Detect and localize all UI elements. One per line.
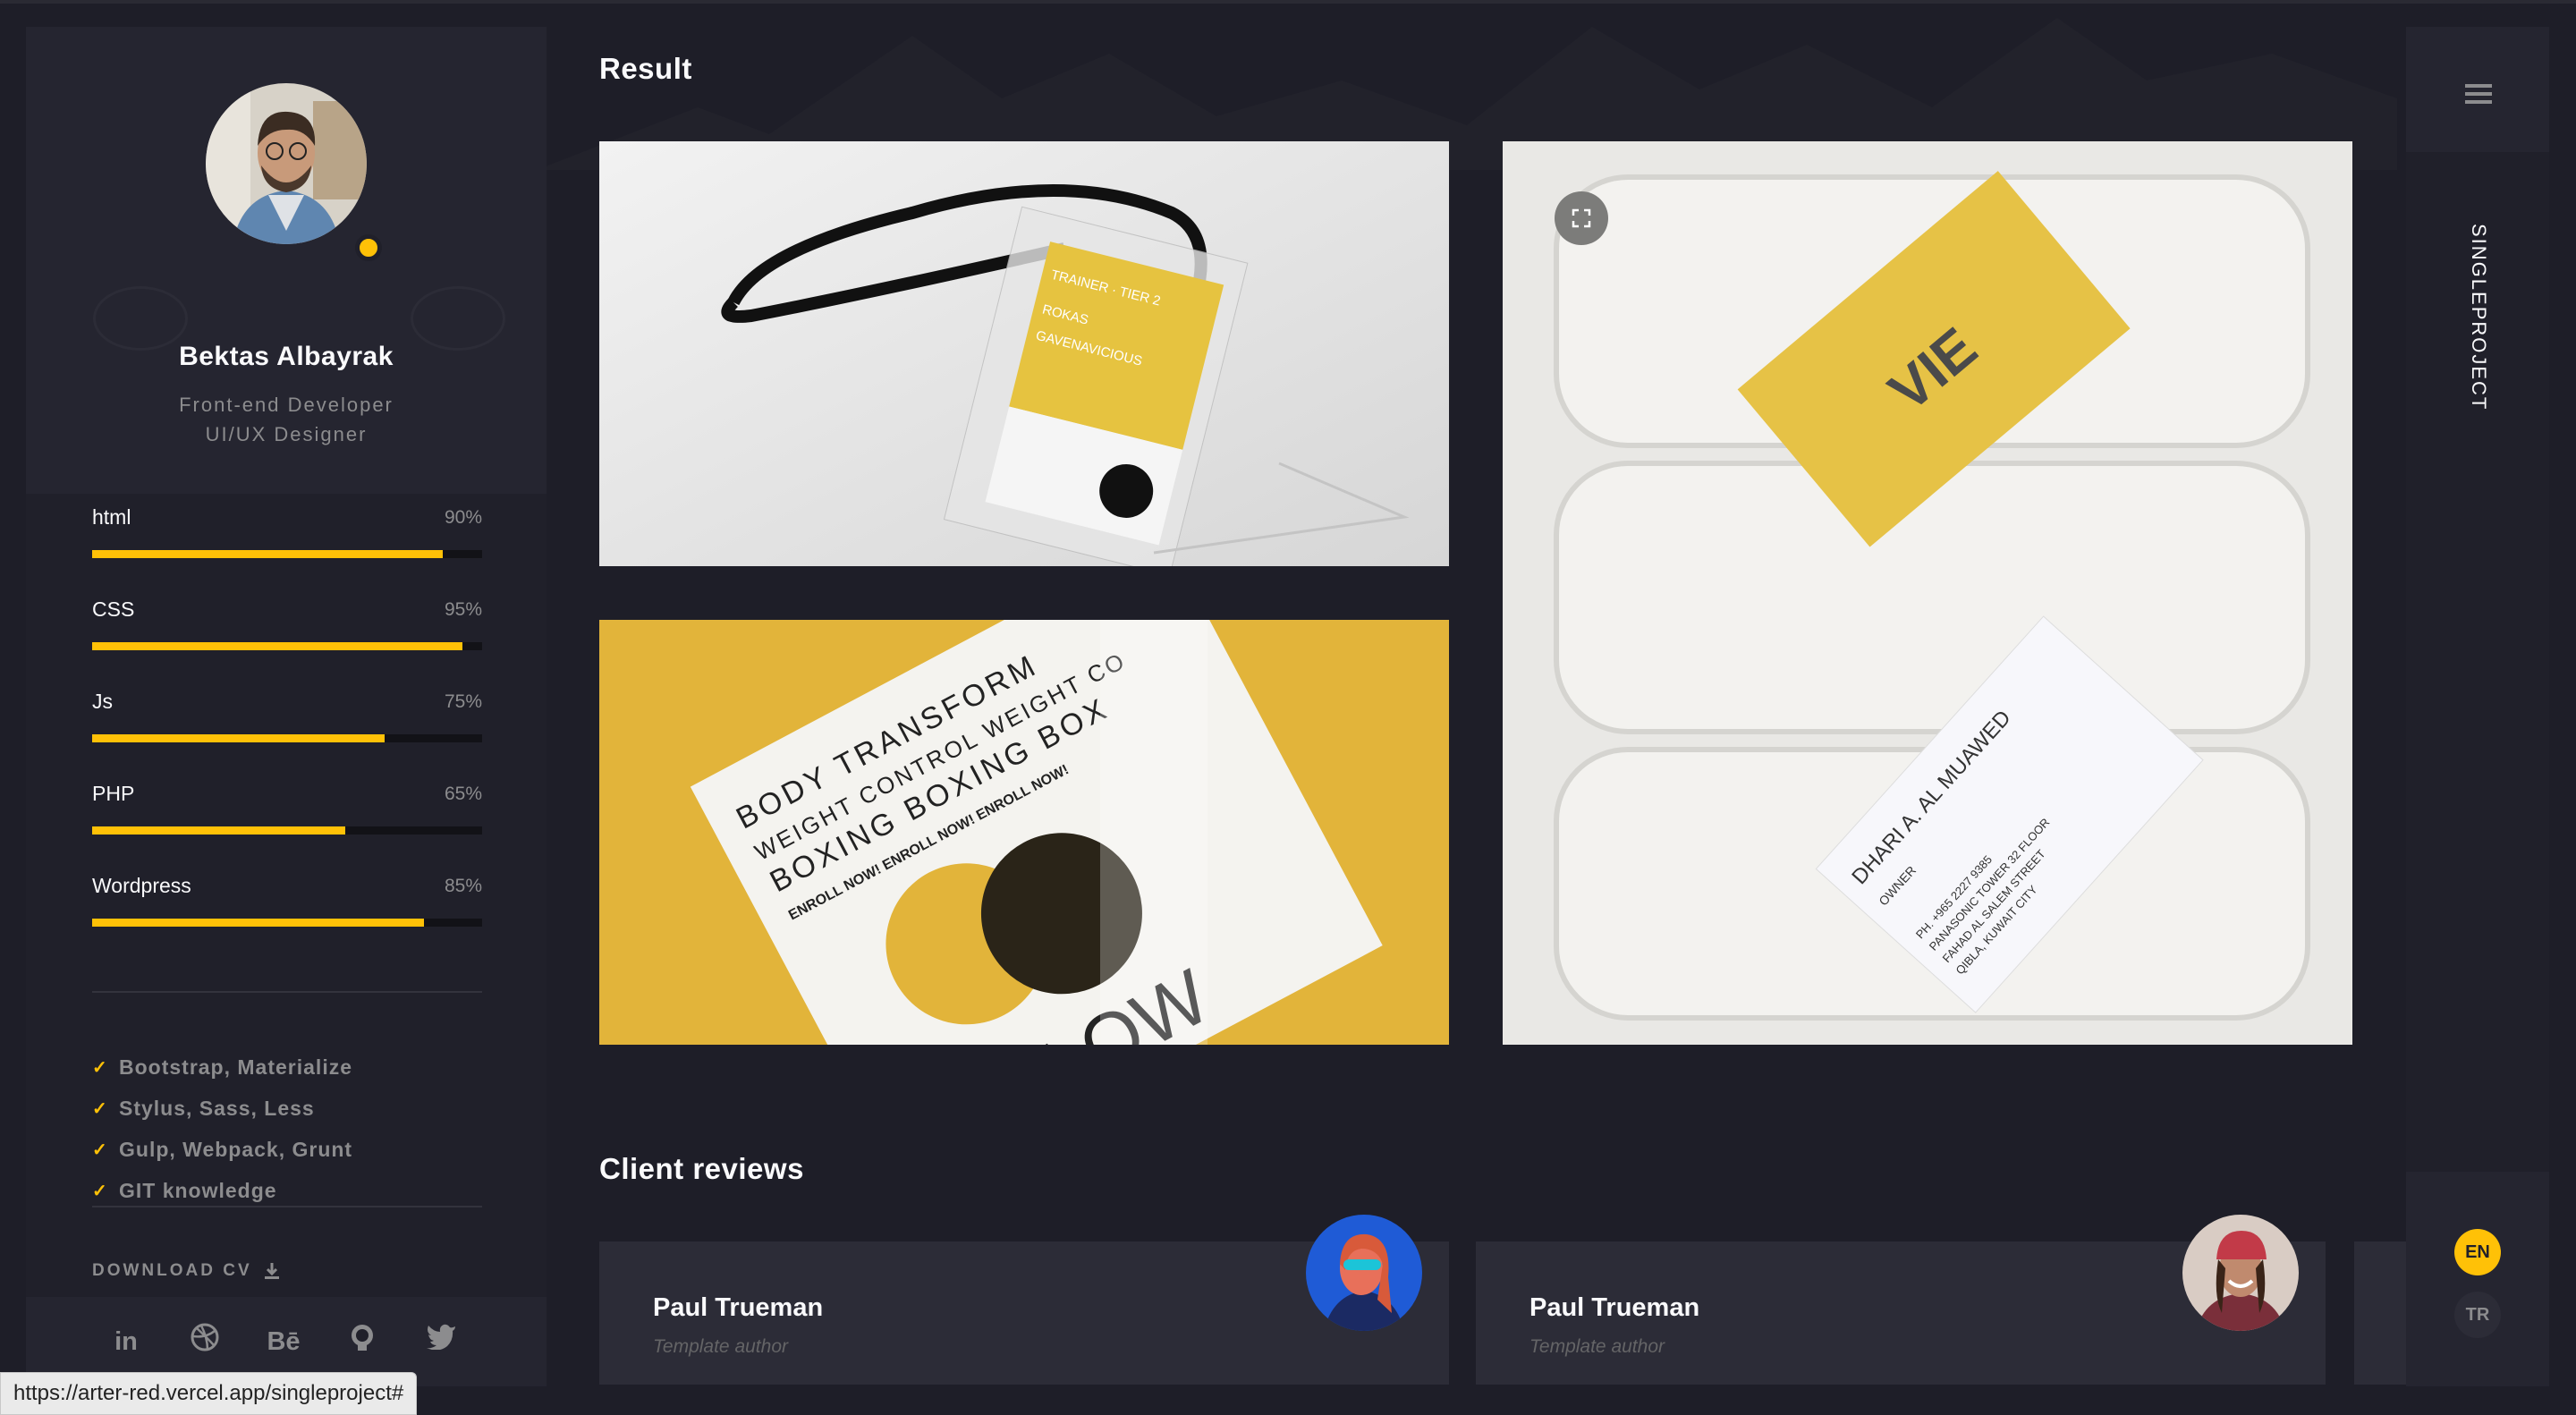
skill-label: PHP [92,782,135,805]
behance-icon[interactable]: Bē [264,1322,303,1361]
skill-label: Wordpress [92,874,191,897]
profile-role-line2: UI/UX Designer [205,423,368,445]
review-avatar [1306,1215,1422,1331]
skill-bar [92,919,482,927]
review-card-partial [2354,1241,2406,1385]
gallery-image-flyer[interactable]: BODY TRANSFORM WEIGHT CONTROL WEIGHT CO … [599,620,1449,1045]
list-item: ✓ Gulp, Webpack, Grunt [92,1137,353,1161]
review-author-role: Template author [1530,1336,1665,1357]
skill-bar-fill [92,919,424,927]
download-cv-label: DOWNLOAD CV [92,1261,252,1280]
check-icon: ✓ [92,1057,108,1078]
download-cv-button[interactable]: DOWNLOAD CV [92,1261,281,1281]
skill-bar [92,734,482,742]
profile-role-line1: Front-end Developer [179,394,394,416]
skill-percent: 95% [444,599,482,620]
knowledge-list: ✓ Bootstrap, Materialize ✓ Stylus, Sass, L… [92,1046,482,1211]
skill-percent: 85% [444,876,482,896]
client-reviews-heading: Client reviews [599,1152,804,1185]
review-card: Paul Trueman Template author [599,1215,1449,1385]
sidebar: Bektas Albayrak Front-end Developer UI/U… [26,27,547,1386]
skill-percent: 90% [444,507,482,528]
github-icon[interactable] [343,1322,382,1361]
expand-icon [1572,208,1591,228]
status-url-tooltip: https://arter-red.vercel.app/singleproje… [0,1372,418,1415]
skill-bar-fill [92,734,385,742]
skill-label: CSS [92,597,135,621]
review-author-name: Paul Trueman [653,1293,824,1322]
gallery-image-business-cards[interactable]: VIE DHARI A. AL MUAWED OWNER PH. +965 22… [1503,141,2352,1045]
result-heading: Result [599,52,692,85]
download-icon [264,1263,279,1279]
list-item: ✓ Stylus, Sass, Less [92,1096,315,1120]
skill-percent: 75% [444,691,482,712]
hamburger-icon [2465,84,2492,108]
review-card: Paul Trueman Template author [1476,1215,2326,1385]
linkedin-icon[interactable]: in [106,1322,146,1361]
profile-name: Bektas Albayrak [179,342,394,371]
review-avatar [2182,1215,2299,1331]
skill-bar-fill [92,826,346,835]
language-switcher: EN TR [2406,1172,2549,1386]
divider [92,991,482,993]
review-author-role: Template author [653,1336,788,1357]
language-en-button[interactable]: EN [2454,1229,2501,1275]
background-decor-text [93,61,98,84]
dribbble-icon[interactable] [185,1322,225,1361]
gallery-image-badge[interactable]: TRAINER · TIER 2 ROKAS GAVENAVICIOUS [599,141,1449,566]
profile-card: Bektas Albayrak Front-end Developer UI/U… [26,27,547,494]
skill-percent: 65% [444,784,482,804]
skill-label: Js [92,690,113,713]
skill-bar-fill [92,642,463,650]
review-author-name: Paul Trueman [1530,1293,1700,1322]
divider [92,1206,482,1207]
online-status-badge [355,234,382,261]
check-icon: ✓ [92,1181,108,1201]
skill-bar-fill [92,550,444,558]
right-info-bar: SINGLEPROJECT EN TR [2406,27,2549,1386]
check-icon: ✓ [92,1140,108,1160]
skill-bar [92,642,482,650]
skill-label: html [92,505,131,529]
language-tr-button[interactable]: TR [2454,1292,2501,1338]
list-item: ✓ Bootstrap, Materialize [92,1055,352,1079]
twitter-icon[interactable] [421,1322,461,1361]
menu-button[interactable] [2406,27,2549,152]
check-icon: ✓ [92,1098,108,1119]
current-page-label: SINGLEPROJECT [2468,224,2490,411]
avatar [206,83,367,244]
fullscreen-button[interactable] [1555,191,1608,245]
skill-bar [92,826,482,835]
skill-bar [92,550,482,558]
